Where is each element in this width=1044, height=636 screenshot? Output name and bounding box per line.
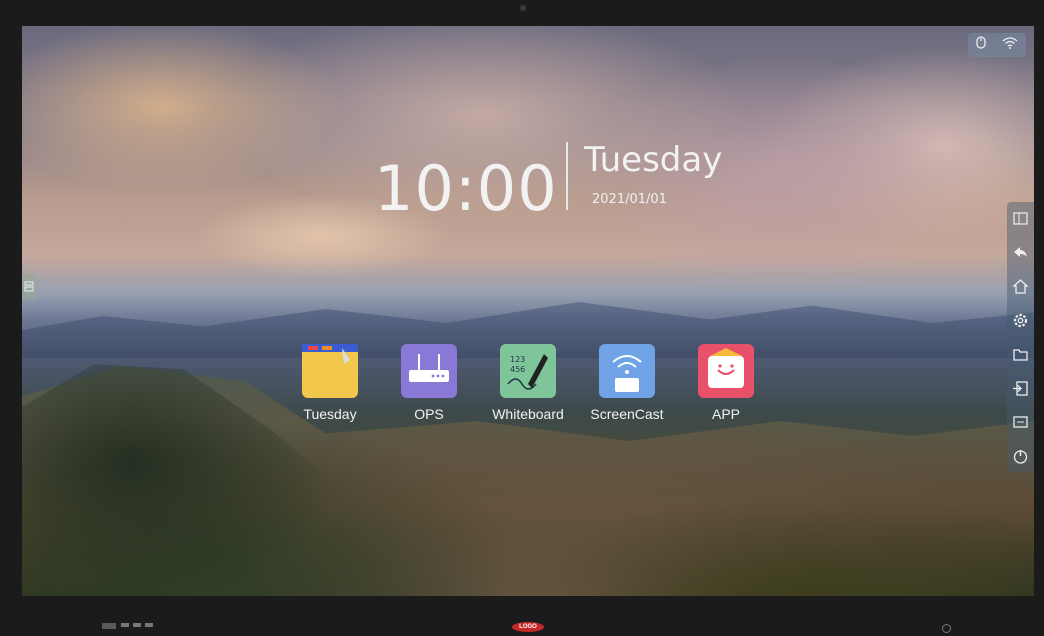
power-icon[interactable] xyxy=(1012,448,1029,465)
folder-icon[interactable] xyxy=(1012,346,1029,363)
camera xyxy=(520,5,526,11)
power-button[interactable] xyxy=(942,624,951,633)
front-button[interactable] xyxy=(121,623,129,627)
svg-text:123: 123 xyxy=(510,355,525,364)
front-button[interactable] xyxy=(133,623,141,627)
app-label: ScreenCast xyxy=(590,406,664,422)
input-source-icon[interactable] xyxy=(1012,380,1029,397)
home-icon[interactable] xyxy=(1012,278,1029,295)
app-store-icon xyxy=(698,344,754,398)
app-label: OPS xyxy=(414,406,444,422)
screencast-icon xyxy=(599,344,655,398)
app-screencast[interactable]: ScreenCast xyxy=(581,344,673,422)
app-label: APP xyxy=(711,406,740,422)
settings-icon[interactable] xyxy=(1012,312,1029,329)
clock-day: Tuesday xyxy=(584,140,723,180)
mouse-icon xyxy=(976,36,986,54)
background-forest xyxy=(514,476,1034,596)
app-label: Tuesday xyxy=(303,406,357,422)
front-button[interactable] xyxy=(145,623,153,627)
clock-date: 2021/01/01 xyxy=(592,192,667,207)
left-toolbar-toggle[interactable] xyxy=(22,274,36,300)
toolbar-icon xyxy=(24,281,34,292)
app-ops[interactable]: OPS xyxy=(383,344,475,422)
app-tuesday[interactable]: Tuesday xyxy=(284,344,376,422)
app-store[interactable]: APP xyxy=(680,344,772,422)
router-icon xyxy=(401,344,457,398)
svg-text:456: 456 xyxy=(510,365,525,374)
usb-port xyxy=(102,623,116,629)
whiteboard-icon: 123 456 xyxy=(500,344,556,398)
back-icon[interactable] xyxy=(1012,244,1029,261)
clock-time: 10:00 xyxy=(374,152,558,225)
app-whiteboard[interactable]: 123 456 Whiteboard xyxy=(482,344,574,422)
home-screen: 10:00 Tuesday 2021/01/01 Tuesday OPS 123… xyxy=(22,26,1034,596)
right-toolbar xyxy=(1007,202,1034,472)
app-label: Whiteboard xyxy=(492,406,564,422)
window-icon[interactable] xyxy=(1012,210,1029,227)
brand-logo: LOGO xyxy=(512,622,544,632)
notepad-icon xyxy=(302,344,358,398)
wifi-icon xyxy=(1002,36,1018,54)
status-panel[interactable] xyxy=(968,33,1026,57)
clock-divider xyxy=(566,142,568,210)
screen-icon[interactable] xyxy=(1012,414,1029,431)
